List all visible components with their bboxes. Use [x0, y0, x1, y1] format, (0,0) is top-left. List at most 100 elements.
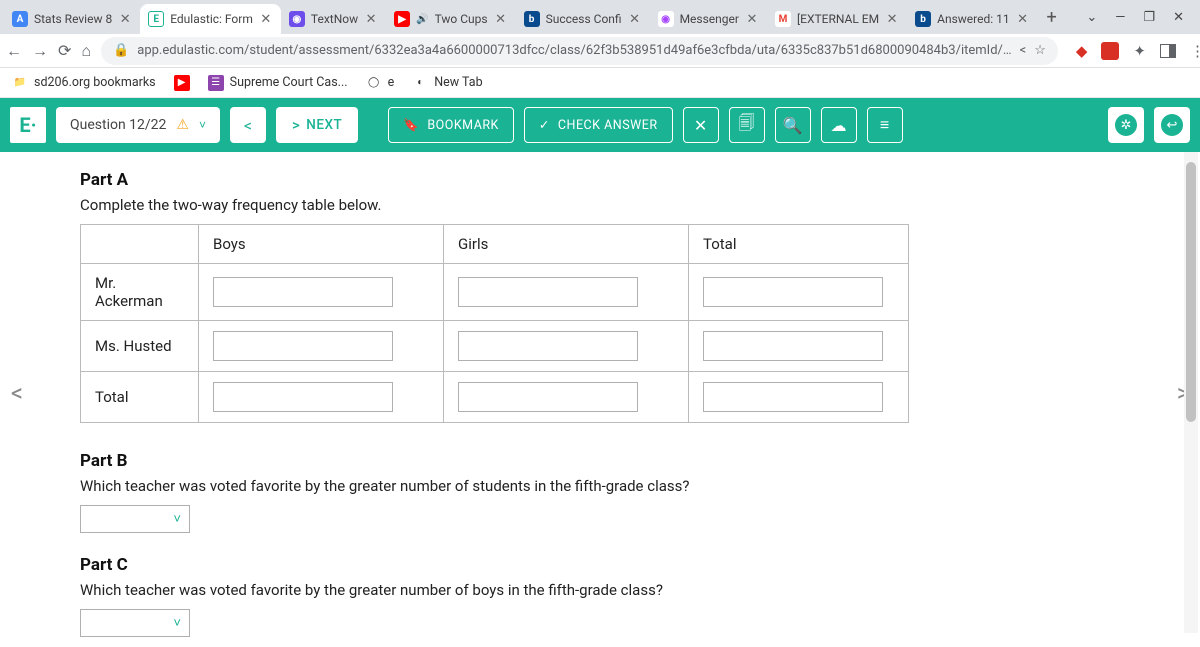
cell-ackerman-boys[interactable]: [213, 277, 393, 307]
cell-total-total[interactable]: [703, 382, 883, 412]
vertical-scrollbar[interactable]: [1184, 152, 1198, 633]
browser-tab[interactable]: bSuccess Confi✕: [516, 4, 650, 34]
bookmarks-bar: 📁sd206.org bookmarks ▶ ☰Supreme Court Cas.…: [0, 68, 1200, 98]
exit-button[interactable]: ↩: [1154, 107, 1190, 143]
col-header-girls: Girls: [444, 225, 689, 264]
part-b-header: Part B: [80, 451, 1120, 471]
part-b-dropdown[interactable]: ˅: [80, 505, 190, 533]
cell-total-girls[interactable]: [458, 382, 638, 412]
magnify-button[interactable]: 🔍: [775, 107, 811, 143]
tab-favicon: b: [524, 11, 540, 27]
check-label: CHECK ANSWER: [558, 118, 658, 133]
question-counter-box[interactable]: Question 12/22 ⚠ ˅: [56, 107, 220, 143]
cell-ackerman-girls[interactable]: [458, 277, 638, 307]
tab-favicon: A: [12, 11, 28, 27]
tab-close-icon[interactable]: ✕: [259, 12, 273, 26]
tab-favicon: E: [148, 11, 164, 27]
tab-title: TextNow: [311, 12, 358, 26]
tab-favicon: M: [775, 11, 791, 27]
edulastic-header: E· Question 12/22 ⚠ ˅ < > NEXT 🔖 BOOKMAR…: [0, 98, 1200, 152]
accessibility-button[interactable]: ✲: [1108, 107, 1144, 143]
tab-close-icon[interactable]: ✕: [885, 12, 899, 26]
tab-close-icon[interactable]: ✕: [494, 12, 508, 26]
part-c-instruction: Which teacher was voted favorite by the …: [80, 581, 1120, 599]
bookmark-favicon: ▶: [174, 75, 190, 91]
new-tab-button[interactable]: +: [1038, 3, 1066, 31]
tab-close-icon[interactable]: ✕: [118, 12, 132, 26]
accessibility-icon: ✲: [1115, 114, 1137, 136]
address-bar-row: ← → ⟳ ⌂ 🔒 app.edulastic.com/student/asse…: [0, 34, 1200, 68]
calculator-button[interactable]: 🗐: [729, 107, 765, 143]
tab-close-icon[interactable]: ✕: [745, 12, 759, 26]
forward-button[interactable]: →: [32, 39, 48, 63]
question-counter-text: Question 12/22: [70, 117, 166, 133]
audio-icon: 🔊: [416, 14, 428, 25]
chevron-down-icon[interactable]: ⌄: [1086, 10, 1097, 25]
browser-tab[interactable]: bAnswered: 11✕: [907, 4, 1038, 34]
row-label-husted: Ms. Husted: [81, 321, 199, 372]
cell-husted-total[interactable]: [703, 331, 883, 361]
close-window-icon[interactable]: ✕: [1173, 10, 1184, 25]
tool-close-button[interactable]: ✕: [683, 107, 719, 143]
part-a-header: Part A: [80, 170, 1120, 190]
ext-icon-1[interactable]: ◆: [1076, 42, 1088, 60]
bookmark-item[interactable]: 📁sd206.org bookmarks: [12, 75, 156, 91]
stage-prev-button[interactable]: <: [0, 363, 34, 423]
extensions-icon[interactable]: ✦: [1133, 42, 1146, 60]
tab-close-icon[interactable]: ✕: [364, 12, 378, 26]
edulastic-logo[interactable]: E·: [10, 107, 46, 143]
browser-tab[interactable]: E Edulastic: Form ✕: [140, 4, 281, 34]
bookmark-favicon: ◐: [412, 75, 428, 91]
tab-close-icon[interactable]: ✕: [628, 12, 642, 26]
row-label-ackerman: Mr. Ackerman: [81, 264, 199, 321]
tab-close-icon[interactable]: ✕: [1016, 12, 1030, 26]
assessment-stage: < > Part A Complete the two-way frequenc…: [0, 152, 1200, 633]
kebab-menu-icon[interactable]: ⋮: [1190, 42, 1200, 60]
extension-icons: ◆ ✦ ⋮: [1068, 42, 1200, 60]
warning-icon: ⚠: [176, 117, 189, 133]
cell-husted-girls[interactable]: [458, 331, 638, 361]
table-row: Ms. Husted: [81, 321, 909, 372]
bookmark-item[interactable]: ◐ New Tab: [412, 75, 482, 91]
star-icon[interactable]: ☆: [1034, 43, 1046, 58]
cell-husted-boys[interactable]: [213, 331, 393, 361]
ext-icon-2[interactable]: [1101, 42, 1119, 60]
address-bar[interactable]: 🔒 app.edulastic.com/student/assessment/6…: [101, 37, 1058, 65]
next-label: NEXT: [306, 117, 342, 133]
bookmark-label: e: [388, 75, 395, 90]
bookmark-label: New Tab: [434, 75, 482, 90]
tab-title: Stats Review 8: [34, 12, 112, 26]
cell-ackerman-total[interactable]: [703, 277, 883, 307]
tab-title: Edulastic: Form: [170, 12, 253, 26]
bookmark-item[interactable]: ◯e: [366, 75, 395, 91]
bookmark-favicon: ◯: [366, 75, 382, 91]
tab-title: Messenger: [680, 12, 739, 26]
bookmark-item[interactable]: ▶: [174, 75, 190, 91]
check-answer-button[interactable]: ✓ CHECK ANSWER: [524, 107, 673, 143]
browser-tab[interactable]: ◉Messenger✕: [650, 4, 767, 34]
minimize-icon[interactable]: —: [1115, 10, 1125, 25]
back-button[interactable]: ←: [6, 39, 22, 63]
tab-title: [EXTERNAL EM: [797, 12, 879, 26]
prev-question-button[interactable]: <: [230, 107, 266, 143]
side-panel-icon[interactable]: [1160, 44, 1176, 58]
bookmark-item[interactable]: ☰Supreme Court Cas...: [208, 75, 348, 91]
home-button[interactable]: ⌂: [81, 39, 91, 63]
bookmark-label: BOOKMARK: [427, 118, 499, 133]
cell-total-boys[interactable]: [213, 382, 393, 412]
next-question-button[interactable]: > NEXT: [276, 107, 358, 143]
cloud-button[interactable]: ☁: [821, 107, 857, 143]
restore-icon[interactable]: ❐: [1143, 10, 1155, 25]
scroll-thumb[interactable]: [1186, 162, 1196, 422]
share-icon[interactable]: <: [1020, 43, 1027, 58]
reload-button[interactable]: ⟳: [58, 39, 71, 63]
tab-title: Two Cups: [435, 12, 488, 26]
table-row: Total: [81, 372, 909, 423]
browser-tab[interactable]: M [EXTERNAL EM ✕: [767, 4, 907, 34]
lines-button[interactable]: ≡: [867, 107, 903, 143]
bookmark-button[interactable]: 🔖 BOOKMARK: [388, 107, 514, 143]
browser-tab[interactable]: A Stats Review 8 ✕: [4, 4, 140, 34]
browser-tab[interactable]: ◉TextNow✕: [281, 4, 386, 34]
browser-tab[interactable]: ▶🔊Two Cups✕: [386, 4, 515, 34]
frequency-table: Boys Girls Total Mr. Ackerman Ms. Husted…: [80, 224, 909, 423]
